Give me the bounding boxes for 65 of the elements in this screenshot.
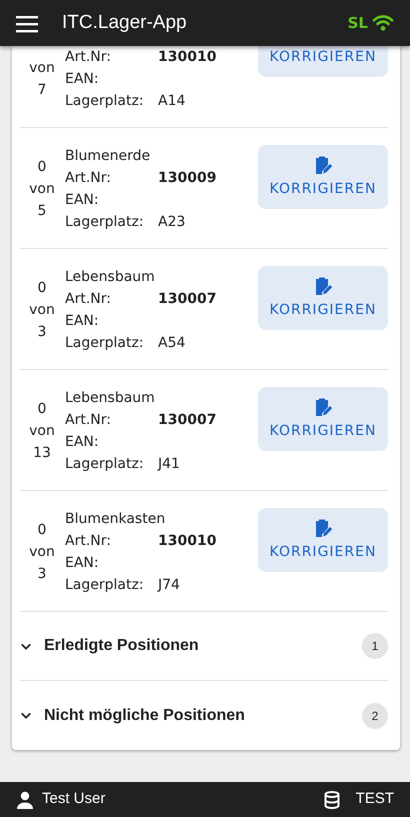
count-text: 13 <box>32 444 52 463</box>
clipboard-edit-icon <box>314 154 332 174</box>
article-number: 130007 <box>158 291 216 307</box>
item-name: Lebensbaum <box>65 268 156 287</box>
field-label: Lagerplatz: <box>65 455 145 474</box>
correct-button[interactable]: KORRIGIEREN <box>258 387 388 451</box>
database-name: TEST <box>356 789 394 810</box>
field-label: EAN: <box>65 554 100 573</box>
count-text: von <box>28 59 56 78</box>
correct-button[interactable]: KORRIGIEREN <box>258 508 388 572</box>
storage-place: J41 <box>158 456 180 472</box>
database-icon <box>324 790 340 808</box>
wifi-icon <box>372 14 394 32</box>
count-badge: 1 <box>362 633 388 659</box>
clipboard-edit-icon <box>314 276 332 296</box>
count-text: 7 <box>36 81 48 100</box>
count-text: von <box>28 180 56 199</box>
count-badge: 2 <box>362 702 388 728</box>
item-name: Lebensbaum <box>65 389 156 408</box>
field-label: Art.Nr: <box>65 290 112 309</box>
correct-button[interactable]: KORRIGIEREN <box>258 145 388 209</box>
user-name: Test User <box>42 789 106 810</box>
storage-place: J74 <box>158 577 180 593</box>
field-label: Art.Nr: <box>65 532 112 551</box>
count-text: 0 <box>36 158 48 177</box>
storage-place: A23 <box>158 214 186 230</box>
status-label: SL <box>348 12 368 34</box>
item-name: Blumenerde <box>65 147 152 166</box>
field-label: EAN: <box>65 312 100 331</box>
count-text: 0 <box>36 521 48 540</box>
count-text: 0 <box>36 400 48 419</box>
section-header[interactable]: Erledigte Positionen 1 <box>20 612 388 681</box>
article-number: 130007 <box>158 412 216 428</box>
article-number: 130010 <box>158 49 216 65</box>
count-text: 3 <box>36 323 48 342</box>
count-text: von <box>28 543 56 562</box>
field-label: EAN: <box>65 433 100 452</box>
count-text: 3 <box>36 565 48 584</box>
count-text: von <box>28 422 56 441</box>
field-label: Lagerplatz: <box>65 334 145 353</box>
storage-place: A54 <box>158 335 186 351</box>
field-label: Lagerplatz: <box>65 213 145 232</box>
field-label: Art.Nr: <box>65 169 112 188</box>
article-number: 130009 <box>158 170 216 186</box>
storage-place: A14 <box>158 93 186 109</box>
field-label: Art.Nr: <box>65 48 112 67</box>
correct-button[interactable]: KORRIGIEREN <box>258 46 388 77</box>
count-text: von <box>28 301 56 320</box>
field-label: EAN: <box>65 191 100 210</box>
clipboard-edit-icon <box>314 396 332 416</box>
item-name: Blumenkasten <box>65 510 166 529</box>
menu-icon <box>16 14 38 33</box>
clipboard-edit-icon <box>314 518 332 538</box>
chevron-down-icon <box>20 710 32 721</box>
article-number: 130010 <box>158 533 216 549</box>
count-text: 5 <box>36 202 48 221</box>
field-label: Lagerplatz: <box>65 576 145 595</box>
section-header[interactable]: Nicht mögliche Positionen 2 <box>20 681 388 750</box>
field-label: EAN: <box>65 70 100 89</box>
count-text: 0 <box>36 279 48 298</box>
correct-button[interactable]: KORRIGIEREN <box>258 266 388 330</box>
field-label: Lagerplatz: <box>65 92 145 111</box>
field-label: Art.Nr: <box>65 411 112 430</box>
user-icon <box>16 790 34 808</box>
app-title: ITC.Lager-App <box>62 10 188 35</box>
